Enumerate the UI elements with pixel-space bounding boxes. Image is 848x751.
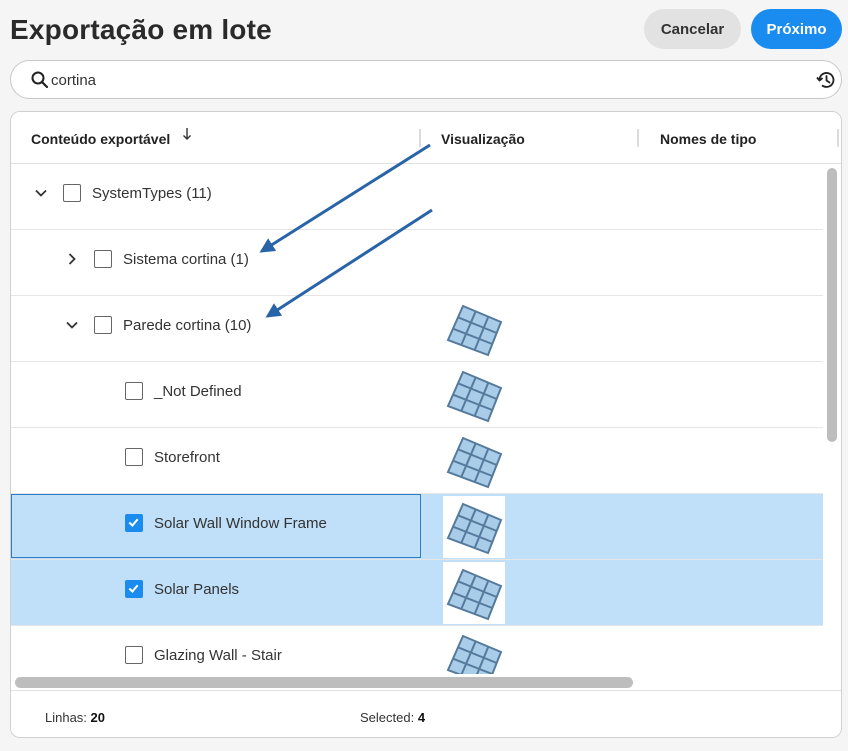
column-resize-handle[interactable]: [419, 129, 421, 147]
row-count-label: Linhas:: [45, 710, 87, 725]
export-table: Conteúdo exportável Visualização Nomes d…: [10, 111, 842, 738]
table-row[interactable]: Glazing Wall - Stair: [11, 626, 823, 674]
table-row[interactable]: Sistema cortina (1): [11, 230, 823, 296]
selected-count-value: 4: [417, 710, 426, 725]
column-resize-handle[interactable]: [637, 129, 639, 147]
table-row[interactable]: Solar Wall Window Frame: [11, 494, 823, 560]
table-footer: Linhas: 20 Selected: 4: [11, 690, 841, 737]
row-label: Sistema cortina (1): [123, 251, 249, 268]
row-checkbox[interactable]: [94, 250, 112, 268]
checkmark-icon: [128, 518, 139, 527]
table-row[interactable]: SystemTypes (11): [11, 164, 823, 230]
table-row[interactable]: Solar Panels: [11, 560, 823, 626]
curtain-wall-preview-icon: [443, 496, 505, 558]
chevron-down-icon[interactable]: [63, 316, 81, 334]
vertical-scrollbar[interactable]: [827, 168, 837, 442]
row-label: Solar Panels: [154, 581, 240, 598]
table-row[interactable]: Parede cortina (10): [11, 296, 823, 362]
row-checkbox[interactable]: [63, 184, 81, 202]
history-icon[interactable]: [815, 69, 837, 91]
curtain-wall-preview-icon: [443, 364, 505, 426]
column-resize-handle[interactable]: [837, 129, 839, 147]
table-row[interactable]: Storefront: [11, 428, 823, 494]
search-icon: [31, 71, 49, 89]
chevron-right-icon[interactable]: [63, 250, 81, 268]
page-title: Exportação em lote: [10, 14, 272, 45]
row-label: _Not Defined: [154, 383, 242, 400]
checkmark-icon: [128, 584, 139, 593]
row-count-value: 20: [90, 710, 106, 725]
search-input[interactable]: [51, 69, 751, 91]
row-checkbox[interactable]: [125, 646, 143, 664]
arrow-down-icon[interactable]: [181, 126, 193, 142]
search-bar: [10, 60, 842, 99]
curtain-wall-preview-icon: [443, 628, 505, 674]
selected-count: Selected: 4: [360, 710, 425, 725]
row-checkbox[interactable]: [94, 316, 112, 334]
row-checkbox[interactable]: [125, 580, 143, 598]
row-label: Storefront: [154, 449, 220, 466]
row-label: Solar Wall Window Frame: [154, 515, 327, 532]
row-count: Linhas: 20: [45, 710, 105, 725]
column-header-type-names[interactable]: Nomes de tipo: [660, 131, 756, 147]
table-body: SystemTypes (11) Sistema cortina (1) Pared…: [11, 164, 823, 674]
row-checkbox[interactable]: [125, 514, 143, 532]
table-header: Conteúdo exportável Visualização Nomes d…: [11, 112, 841, 164]
header-bar: Exportação em lote Cancelar Próximo: [0, 0, 848, 58]
row-label: SystemTypes (11): [92, 185, 212, 202]
column-header-preview[interactable]: Visualização: [441, 131, 525, 147]
table-row[interactable]: _Not Defined: [11, 362, 823, 428]
chevron-down-icon[interactable]: [32, 184, 50, 202]
column-header-content[interactable]: Conteúdo exportável: [31, 131, 170, 147]
horizontal-scrollbar[interactable]: [15, 677, 633, 688]
row-checkbox[interactable]: [125, 448, 143, 466]
curtain-wall-preview-icon: [443, 430, 505, 492]
row-checkbox[interactable]: [125, 382, 143, 400]
curtain-wall-preview-icon: [443, 298, 505, 360]
curtain-wall-preview-icon: [443, 562, 505, 624]
row-label: Parede cortina (10): [123, 317, 252, 334]
selected-count-label: Selected:: [360, 710, 415, 725]
cancel-button[interactable]: Cancelar: [644, 9, 741, 49]
row-label: Glazing Wall - Stair: [154, 647, 282, 664]
next-button[interactable]: Próximo: [751, 9, 842, 49]
